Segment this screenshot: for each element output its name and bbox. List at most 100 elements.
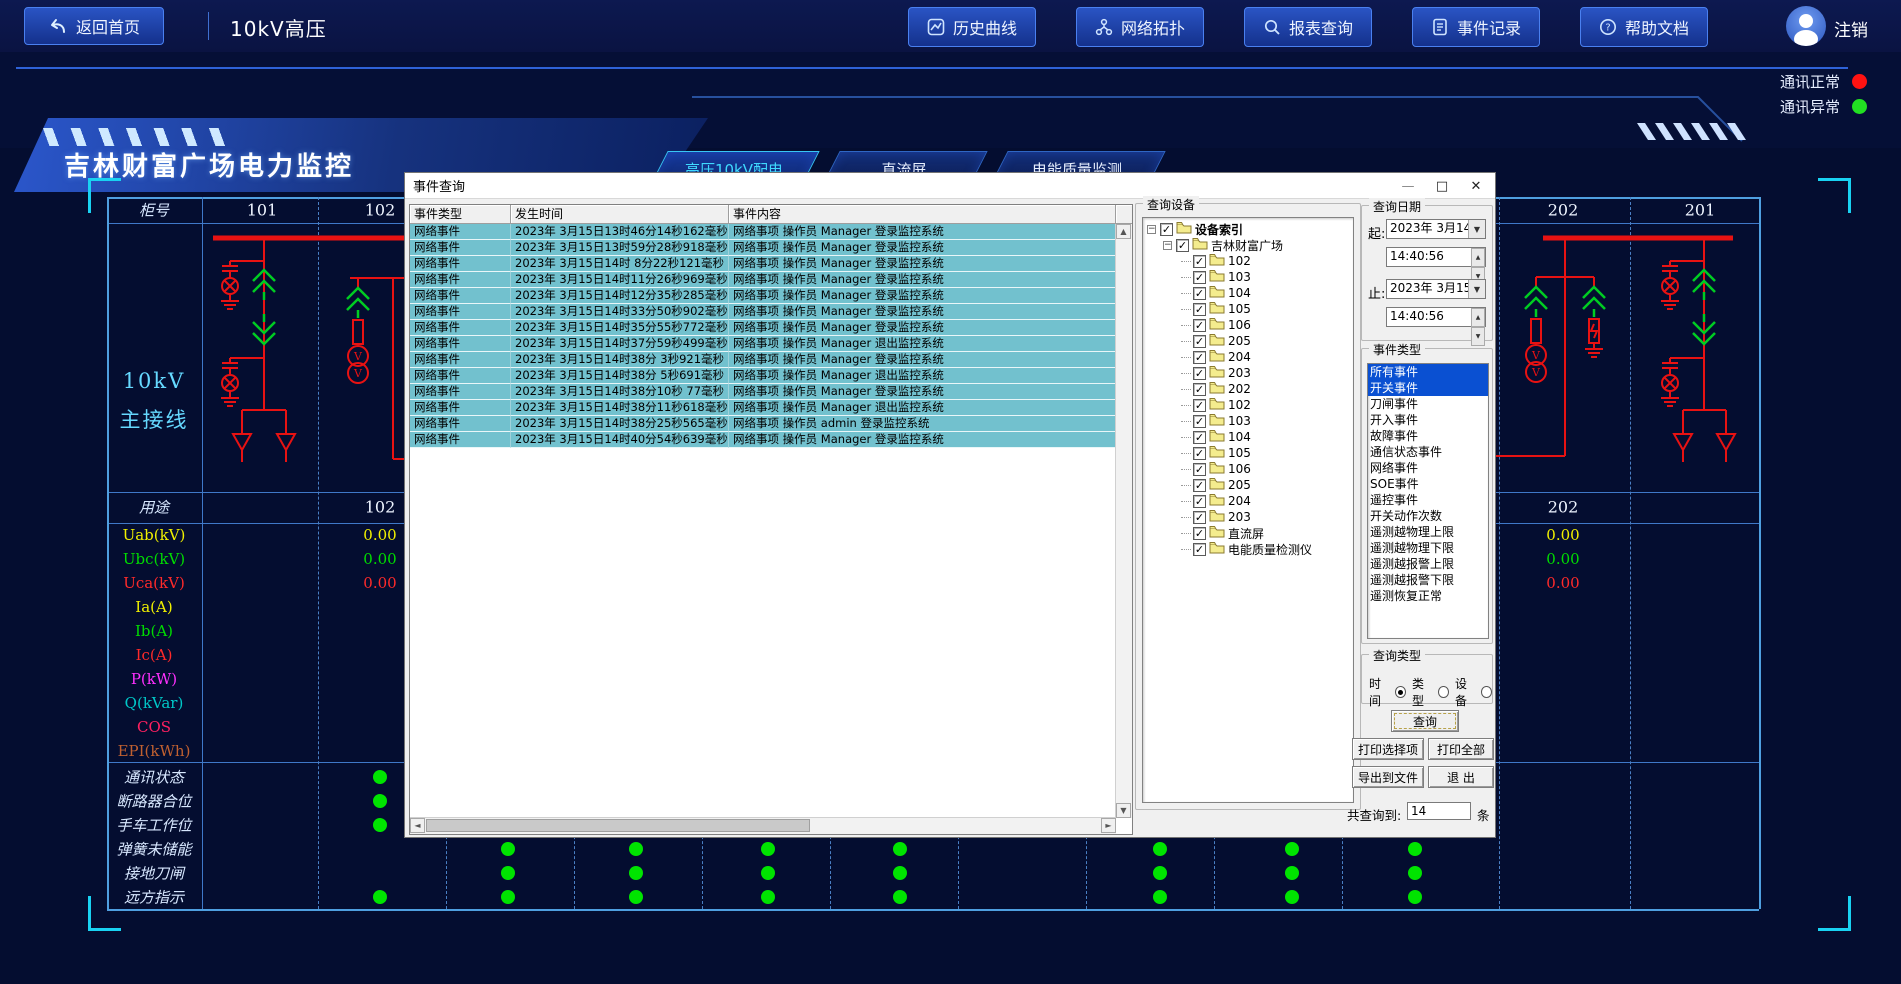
col-header-event-type[interactable]: 事件类型	[410, 205, 511, 224]
tree-checkbox[interactable]: ✓	[1193, 287, 1206, 300]
query-button[interactable]: 查询	[1391, 710, 1459, 732]
tree-expand-icon[interactable]: −	[1147, 225, 1156, 234]
query-type-radio-类型[interactable]	[1438, 686, 1449, 698]
tree-node-device-104[interactable]: ✓104	[1143, 285, 1353, 301]
tree-node-device-106[interactable]: ✓106	[1143, 317, 1353, 333]
horizontal-scrollbar[interactable]: ◄ ►	[410, 817, 1116, 834]
event-type-item[interactable]: 开关动作次数	[1368, 508, 1488, 524]
tree-node-device-205[interactable]: ✓205	[1143, 333, 1353, 349]
tree-node-device-204[interactable]: ✓204	[1143, 349, 1353, 365]
spin-up-icon[interactable]: ▲	[1471, 308, 1485, 327]
tree-node-device-103[interactable]: ✓103	[1143, 413, 1353, 429]
scroll-left-button[interactable]: ◄	[410, 818, 425, 833]
tree-node-device-102[interactable]: ✓102	[1143, 397, 1353, 413]
event-type-item[interactable]: 故障事件	[1368, 428, 1488, 444]
tree-checkbox[interactable]: ✓	[1193, 543, 1206, 556]
close-button[interactable]: ✕	[1459, 173, 1493, 199]
tree-root-device-index[interactable]: −✓设备索引	[1143, 221, 1353, 237]
event-type-item[interactable]: 遥测越物理下限	[1368, 540, 1488, 556]
tree-node-device-105[interactable]: ✓105	[1143, 445, 1353, 461]
from-date-combo[interactable]: 2023年 3月14日 ▼	[1386, 219, 1486, 239]
event-type-item[interactable]: 开关事件	[1368, 380, 1488, 396]
tree-checkbox[interactable]: ✓	[1193, 415, 1206, 428]
event-row[interactable]: 网络事件2023年 3月15日14时35分55秒772毫秒网络事项 操作员 Ma…	[410, 320, 1116, 336]
tree-checkbox[interactable]: ✓	[1193, 447, 1206, 460]
minimize-button[interactable]: —	[1391, 173, 1425, 199]
tree-node-device-203[interactable]: ✓203	[1143, 509, 1353, 525]
tree-checkbox[interactable]: ✓	[1193, 399, 1206, 412]
tree-checkbox[interactable]: ✓	[1193, 511, 1206, 524]
tree-node-device-203[interactable]: ✓203	[1143, 365, 1353, 381]
vertical-scrollbar[interactable]: ▲ ▼	[1115, 224, 1132, 818]
scroll-right-button[interactable]: ►	[1101, 818, 1116, 833]
dialog-titlebar[interactable]: 事件查询 — □ ✕	[405, 173, 1495, 199]
tree-checkbox[interactable]: ✓	[1193, 367, 1206, 380]
tree-checkbox[interactable]: ✓	[1160, 223, 1173, 236]
event-type-item[interactable]: SOE事件	[1368, 476, 1488, 492]
scroll-up-button[interactable]: ▲	[1116, 224, 1131, 239]
tree-checkbox[interactable]: ✓	[1193, 255, 1206, 268]
tree-checkbox[interactable]: ✓	[1193, 335, 1206, 348]
event-type-item[interactable]: 遥测越物理上限	[1368, 524, 1488, 540]
tree-checkbox[interactable]: ✓	[1193, 527, 1206, 540]
event-row[interactable]: 网络事件2023年 3月15日14时40分54秒639毫秒网络事项 操作员 Ma…	[410, 432, 1116, 448]
event-type-item[interactable]: 开入事件	[1368, 412, 1488, 428]
tree-node-device-202[interactable]: ✓202	[1143, 381, 1353, 397]
tree-checkbox[interactable]: ✓	[1193, 271, 1206, 284]
tree-checkbox[interactable]: ✓	[1193, 351, 1206, 364]
event-row[interactable]: 网络事件2023年 3月15日14时38分25秒565毫秒网络事项 操作员 ad…	[410, 416, 1116, 432]
to-date-combo[interactable]: 2023年 3月15日 ▼	[1386, 279, 1486, 299]
event-row[interactable]: 网络事件2023年 3月15日14时38分 5秒691毫秒网络事项 操作员 Ma…	[410, 368, 1116, 384]
event-type-item[interactable]: 所有事件	[1368, 364, 1488, 380]
tree-checkbox[interactable]: ✓	[1193, 479, 1206, 492]
tree-checkbox[interactable]: ✓	[1193, 463, 1206, 476]
dropdown-arrow-icon[interactable]: ▼	[1468, 220, 1485, 238]
event-type-item[interactable]: 遥测越报警上限	[1368, 556, 1488, 572]
tree-node-device-电能质量检测仪[interactable]: ✓电能质量检测仪	[1143, 541, 1353, 557]
export-file-button[interactable]: 导出到文件	[1352, 766, 1424, 788]
tree-node-device-103[interactable]: ✓103	[1143, 269, 1353, 285]
query-type-radio-设备[interactable]	[1481, 686, 1492, 698]
event-row[interactable]: 网络事件2023年 3月15日14时38分11秒618毫秒网络事项 操作员 Ma…	[410, 400, 1116, 416]
event-type-item[interactable]: 刀闸事件	[1368, 396, 1488, 412]
event-row[interactable]: 网络事件2023年 3月15日14时38分 3秒921毫秒网络事项 操作员 Ma…	[410, 352, 1116, 368]
tree-expand-icon[interactable]: −	[1163, 241, 1172, 250]
tree-checkbox[interactable]: ✓	[1193, 383, 1206, 396]
event-type-item[interactable]: 网络事件	[1368, 460, 1488, 476]
tree-node-device-106[interactable]: ✓106	[1143, 461, 1353, 477]
tree-checkbox[interactable]: ✓	[1193, 303, 1206, 316]
event-type-item[interactable]: 遥测恢复正常	[1368, 588, 1488, 604]
from-time-spinner[interactable]: 14:40:56 ▲▼	[1386, 247, 1486, 267]
hscroll-thumb[interactable]	[426, 819, 810, 832]
event-row[interactable]: 网络事件2023年 3月15日14时 8分22秒121毫秒网络事项 操作员 Ma…	[410, 256, 1116, 272]
col-header-event-time[interactable]: 发生时间	[511, 205, 729, 224]
spin-down-icon[interactable]: ▼	[1471, 327, 1485, 346]
print-all-button[interactable]: 打印全部	[1428, 738, 1494, 760]
event-type-item[interactable]: 遥控事件	[1368, 492, 1488, 508]
result-count-input[interactable]: 14	[1407, 802, 1471, 820]
event-row[interactable]: 网络事件2023年 3月15日14时11分26秒969毫秒网络事项 操作员 Ma…	[410, 272, 1116, 288]
tree-node-device-102[interactable]: ✓102	[1143, 253, 1353, 269]
exit-button[interactable]: 退 出	[1428, 766, 1494, 788]
maximize-button[interactable]: □	[1425, 173, 1459, 199]
event-row[interactable]: 网络事件2023年 3月15日13时59分28秒918毫秒网络事项 操作员 Ma…	[410, 240, 1116, 256]
event-type-item[interactable]: 通信状态事件	[1368, 444, 1488, 460]
print-selected-button[interactable]: 打印选择项	[1352, 738, 1424, 760]
tree-checkbox[interactable]: ✓	[1193, 495, 1206, 508]
dropdown-arrow-icon[interactable]: ▼	[1468, 280, 1485, 298]
spin-up-icon[interactable]: ▲	[1471, 248, 1485, 267]
tree-node-site[interactable]: −✓吉林财富广场	[1143, 237, 1353, 253]
tree-node-device-205[interactable]: ✓205	[1143, 477, 1353, 493]
tree-node-device-直流屏[interactable]: ✓直流屏	[1143, 525, 1353, 541]
event-row[interactable]: 网络事件2023年 3月15日14时37分59秒499毫秒网络事项 操作员 Ma…	[410, 336, 1116, 352]
to-time-spinner[interactable]: 14:40:56 ▲▼	[1386, 307, 1486, 327]
tree-checkbox[interactable]: ✓	[1193, 431, 1206, 444]
tree-node-device-104[interactable]: ✓104	[1143, 429, 1353, 445]
event-row[interactable]: 网络事件2023年 3月15日13时46分14秒162毫秒网络事项 操作员 Ma…	[410, 224, 1116, 240]
tree-node-device-204[interactable]: ✓204	[1143, 493, 1353, 509]
event-row[interactable]: 网络事件2023年 3月15日14时12分35秒285毫秒网络事项 操作员 Ma…	[410, 288, 1116, 304]
event-row[interactable]: 网络事件2023年 3月15日14时38分10秒 77毫秒网络事项 操作员 Ma…	[410, 384, 1116, 400]
tree-checkbox[interactable]: ✓	[1193, 319, 1206, 332]
tree-checkbox[interactable]: ✓	[1176, 239, 1189, 252]
scroll-down-button[interactable]: ▼	[1116, 803, 1131, 818]
